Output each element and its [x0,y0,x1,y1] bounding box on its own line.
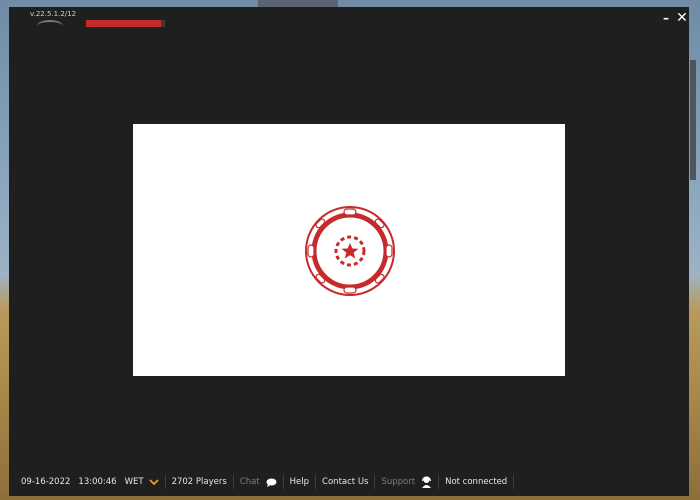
poker-chip-spinner-icon [305,206,395,296]
speech-bubble-icon [266,478,277,487]
timezone-label: WET [124,477,144,487]
loading-progress-fill [86,20,162,27]
divider [164,475,166,489]
player-count: 2702 Players [171,477,227,487]
timezone-selector[interactable]: WET [125,475,159,489]
version-label: v.22.5.1.2/12 [30,10,77,18]
divider [374,475,376,489]
connection-status: Not connected [445,477,508,487]
loading-progress-bar [86,20,165,27]
divider [513,475,515,489]
divider [282,475,284,489]
chat-button[interactable]: Chat [240,475,277,489]
status-bar: 09-16-2022 13:00:46 WET 2702 Players Cha… [9,471,689,493]
chevron-down-icon[interactable] [148,478,159,486]
divider [438,475,440,489]
contact-us-link[interactable]: Contact Us [322,475,368,489]
app-window: v.22.5.1.2/12 – ✕ 09-16-2022 13:00:46 WE… [9,7,689,496]
help-link[interactable]: Help [290,475,309,489]
app-logo [37,20,63,32]
minimize-icon[interactable]: – [659,11,673,25]
headset-agent-icon [421,476,432,488]
clock-time: 13:00:46 [78,477,117,487]
close-icon[interactable]: ✕ [675,11,689,25]
background-pole [690,60,696,180]
content-panel [133,124,565,376]
date-label: 09-16-2022 [21,477,71,487]
support-button[interactable]: Support [381,475,432,489]
divider [315,475,317,489]
chat-label: Chat [239,477,260,487]
divider [232,475,234,489]
support-label: Support [381,477,416,487]
